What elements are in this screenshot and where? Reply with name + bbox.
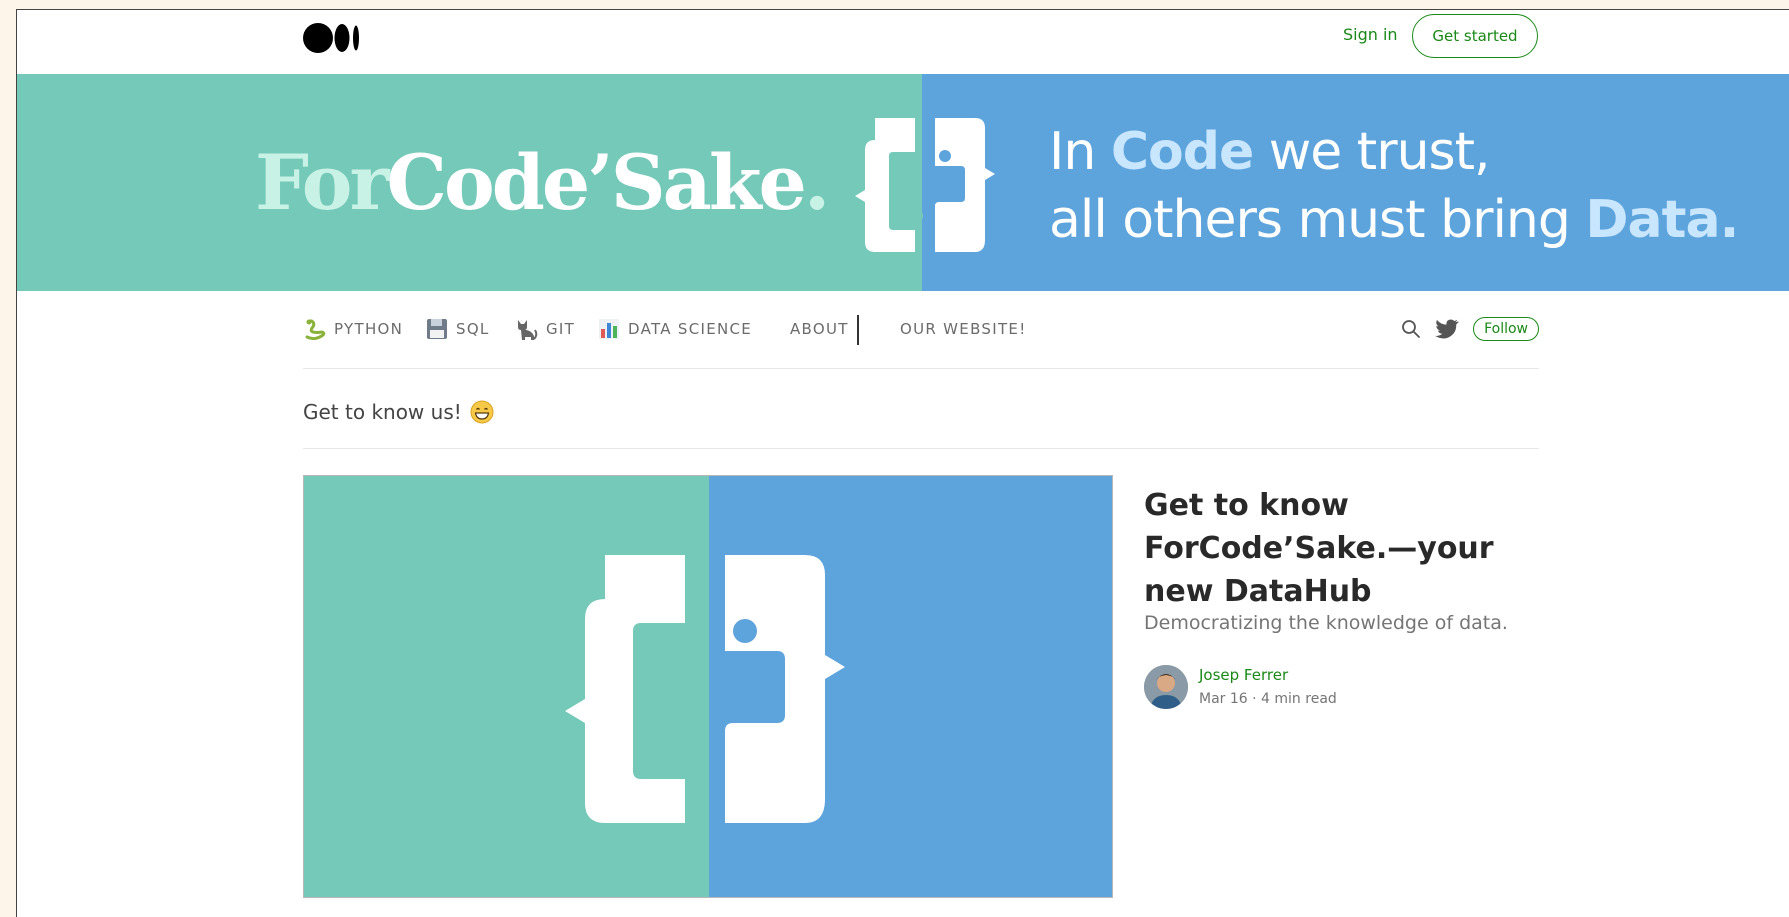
snake-icon — [305, 319, 326, 341]
floppy-disk-icon — [427, 319, 447, 339]
sign-in-link[interactable]: Sign in — [1343, 24, 1398, 46]
post-subtitle: Democratizing the knowledge of data. — [1144, 612, 1508, 634]
brand-wordmark: ForCode’Sake. — [255, 138, 830, 227]
grinning-face-icon — [470, 400, 494, 424]
nav-item-data-science[interactable]: DATA SCIENCE — [597, 314, 752, 344]
get-started-button[interactable]: Get started — [1412, 14, 1538, 58]
banner-tagline: In Code we trust, all others must bring … — [1049, 118, 1739, 254]
section-header: Get to know us! — [303, 369, 1539, 449]
post-thumbnail[interactable] — [303, 475, 1113, 898]
post-meta: Mar 16 · 4 min read — [1199, 689, 1337, 709]
top-bar: Sign in Get started — [17, 10, 1789, 74]
medium-logo-icon[interactable] — [303, 22, 363, 54]
section-title: Get to know us! — [303, 400, 494, 424]
forcodesake-logo-icon — [855, 118, 995, 252]
follow-button[interactable]: Follow — [1473, 317, 1539, 341]
twitter-icon[interactable] — [1435, 319, 1459, 339]
post-title-link[interactable]: Get to know ForCode’Sake.—your new DataH… — [1144, 484, 1524, 613]
nav-item-our-website[interactable]: OUR WEBSITE! — [900, 314, 1027, 344]
author-photo-icon — [1144, 665, 1188, 709]
search-icon[interactable] — [1401, 319, 1421, 339]
bar-chart-icon — [599, 319, 619, 339]
author-avatar[interactable] — [1144, 665, 1188, 709]
tagline-line-1: In Code we trust, — [1049, 122, 1491, 182]
publication-banner[interactable]: ForCode’Sake. In Code we trust, all othe… — [17, 74, 1789, 291]
nav-item-about[interactable]: ABOUT — [790, 314, 849, 344]
nav-item-python[interactable]: PYTHON — [303, 314, 403, 344]
author-name-link[interactable]: Josep Ferrer — [1199, 664, 1288, 686]
nav-item-sql[interactable]: SQL — [425, 314, 490, 344]
forcodesake-logo-icon — [565, 555, 845, 823]
nav-item-git[interactable]: GIT — [515, 314, 575, 344]
meta-separator: · — [1252, 691, 1257, 707]
publication-nav: PYTHON SQL GIT DATA SCIENCE ABOUT OUR WE… — [303, 292, 1539, 369]
post-date: Mar 16 — [1199, 691, 1248, 707]
read-time: 4 min read — [1261, 691, 1337, 707]
nav-divider — [857, 315, 859, 345]
tagline-line-2: all others must bring Data. — [1049, 190, 1739, 250]
page-frame: Sign in Get started ForCode’Sake. In Cod… — [16, 9, 1789, 917]
cat-icon — [518, 320, 538, 340]
nav-actions: Follow — [1401, 314, 1539, 344]
